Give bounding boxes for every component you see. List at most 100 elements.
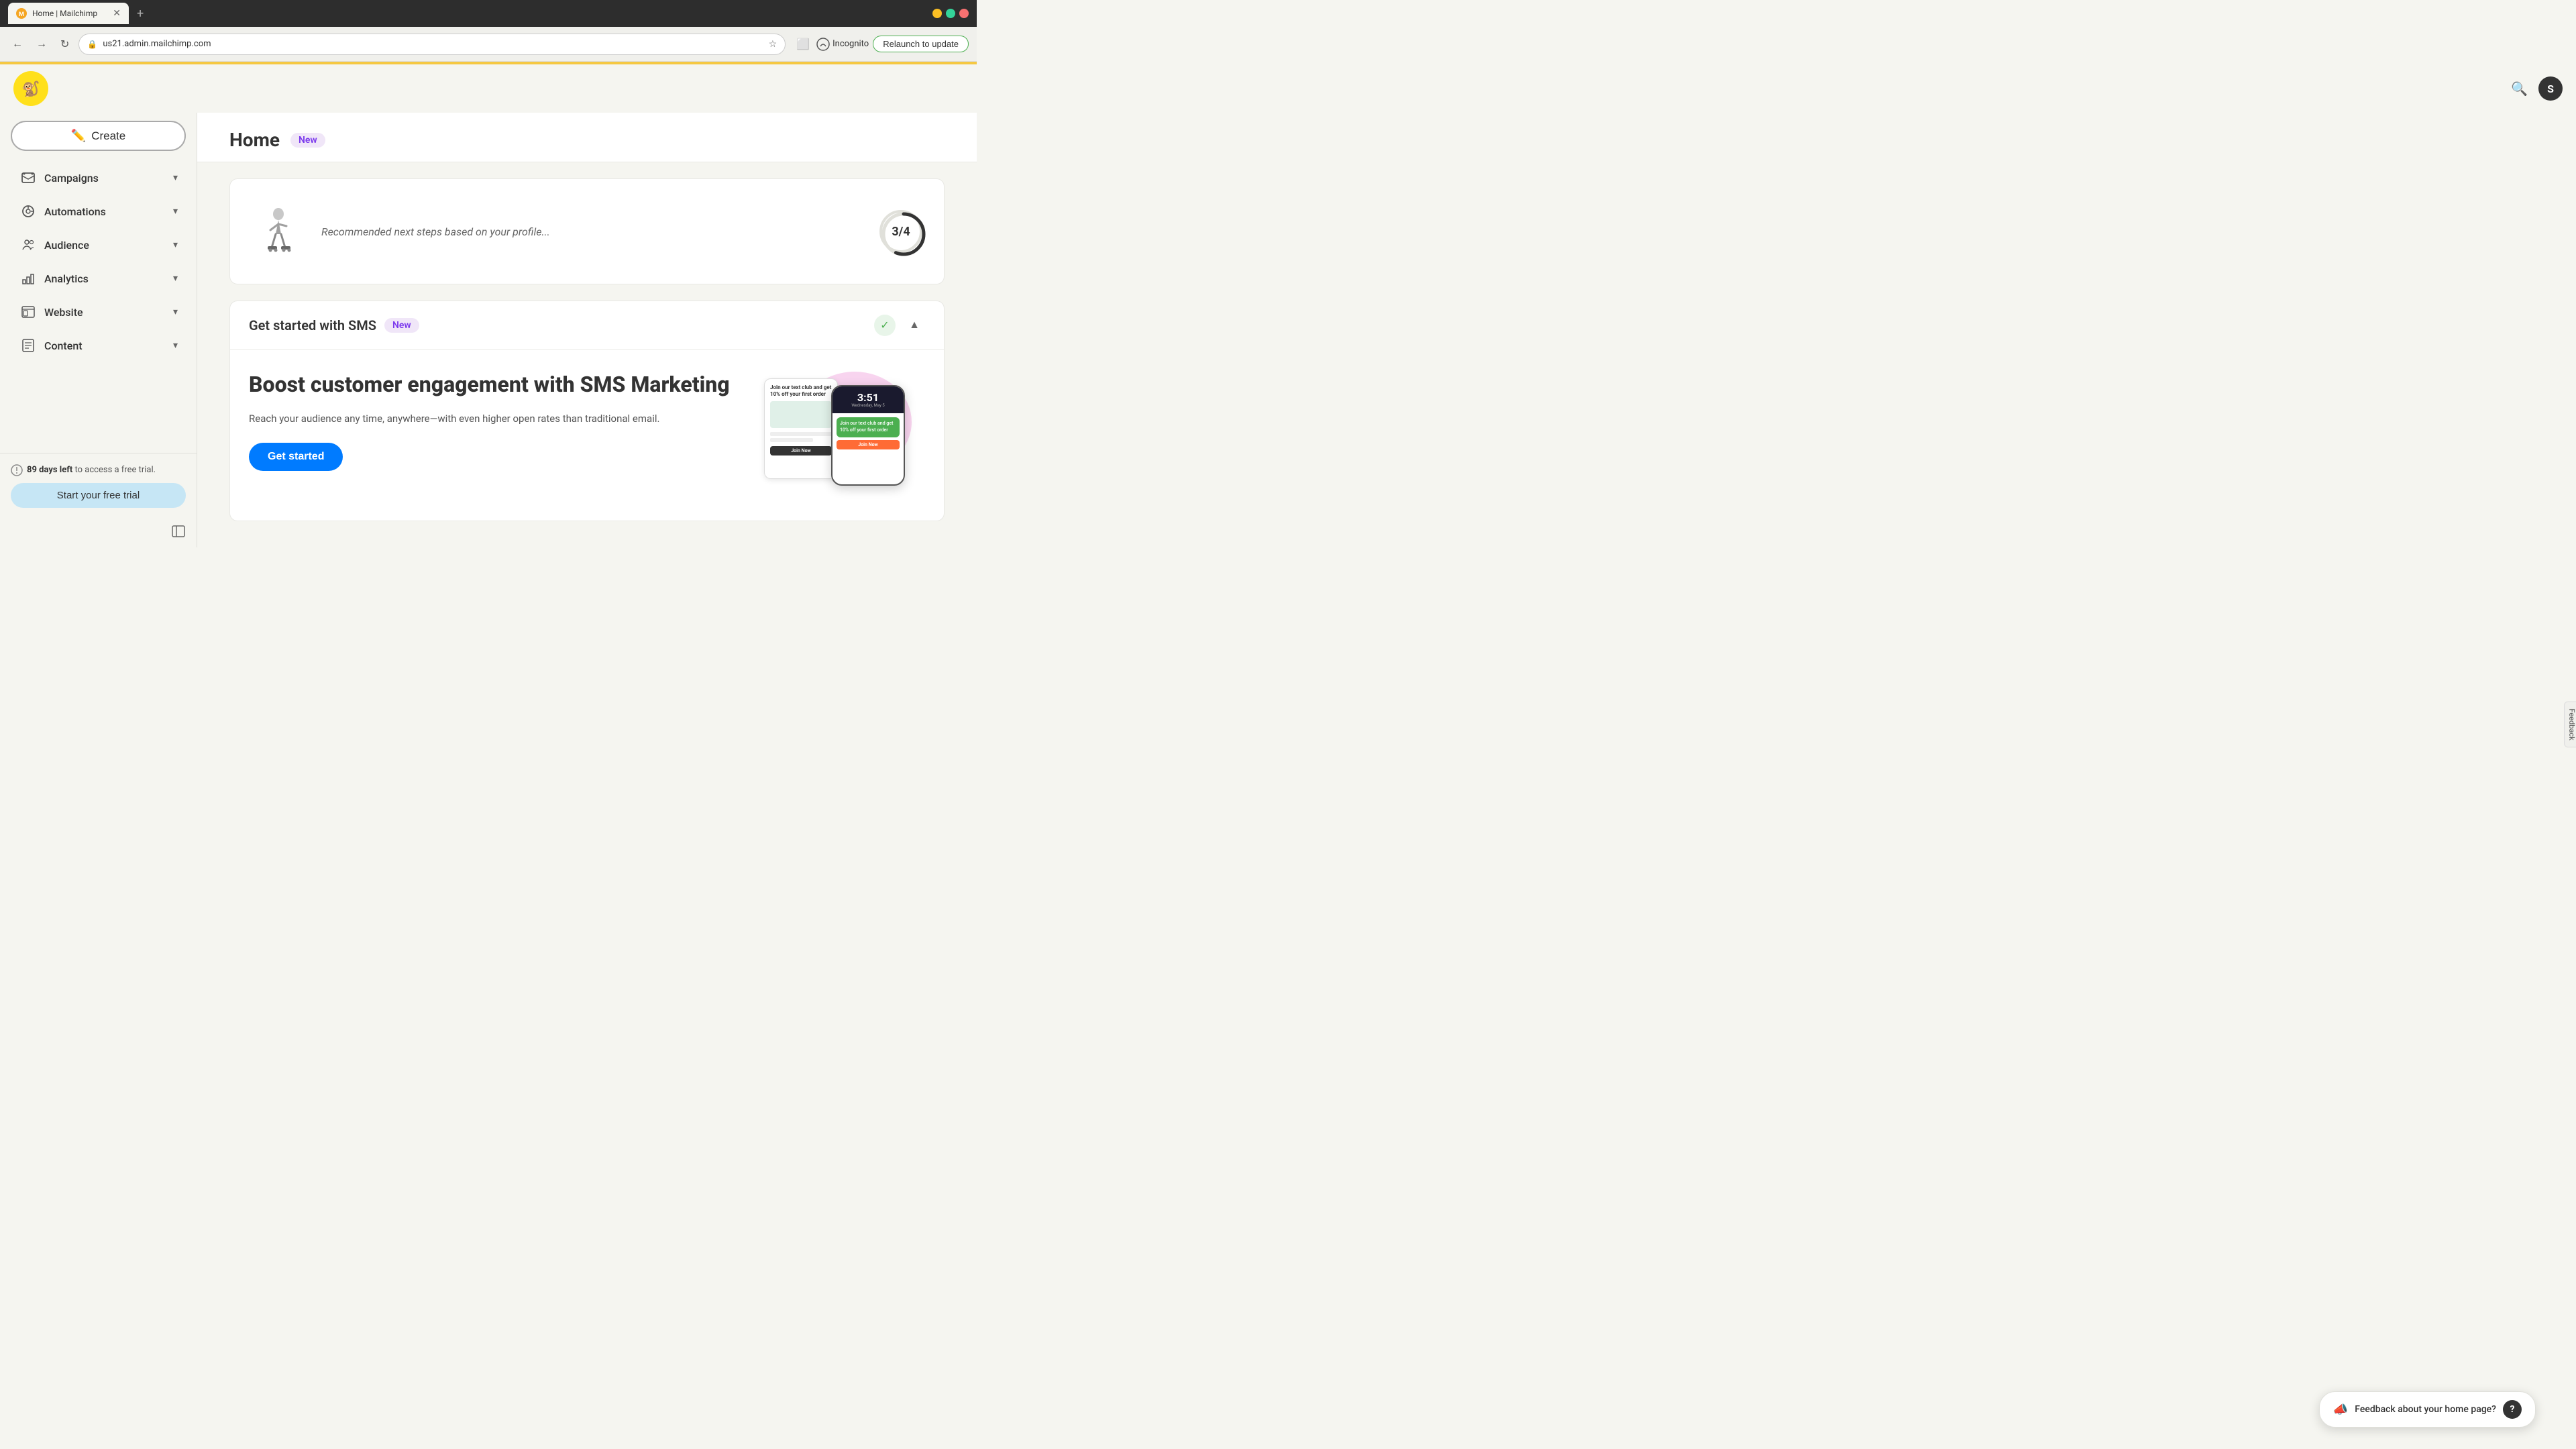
automations-icon: [19, 202, 38, 221]
sms-right-illustration: Join our text club and get 10% off your …: [764, 372, 925, 499]
app-layout: 🐒 🔍 S ✏️ Create Campaigns ▾: [0, 64, 977, 547]
trial-info-text: 89 days left to access a free trial.: [11, 464, 186, 476]
sidebar-item-analytics[interactable]: Analytics ▾: [11, 262, 186, 294]
campaigns-chevron: ▾: [173, 172, 178, 183]
sidebar-collapse-button[interactable]: [171, 524, 186, 542]
sms-body: Boost customer engagement with SMS Marke…: [230, 350, 944, 521]
website-label: Website: [44, 306, 173, 319]
progress-circle: 3/4: [879, 210, 922, 253]
sms-check-button[interactable]: ✓: [874, 315, 896, 336]
trial-banner: 89 days left to access a free trial. Sta…: [0, 453, 197, 519]
sms-section-header: Get started with SMS New ✓ ▲: [230, 301, 944, 350]
sidebar-item-campaigns[interactable]: Campaigns ▾: [11, 162, 186, 194]
window-close-button[interactable]: [959, 9, 969, 18]
page-title: Home: [229, 129, 280, 151]
analytics-chevron: ▾: [173, 273, 178, 284]
sms-header-actions: ✓ ▲: [874, 315, 925, 336]
website-chevron: ▾: [173, 307, 178, 317]
sms-phone-cta: Join Now: [837, 440, 900, 449]
sms-new-badge: New: [384, 318, 419, 333]
tab-close-icon[interactable]: ✕: [113, 8, 121, 19]
sms-main-title: Boost customer engagement with SMS Marke…: [249, 372, 737, 397]
browser-chrome: M Home | Mailchimp ✕ +: [0, 0, 977, 27]
sidebar: ✏️ Create Campaigns ▾ Automations ▾: [0, 64, 197, 547]
automations-chevron: ▾: [173, 206, 178, 217]
page-header: Home New: [197, 113, 977, 162]
window-minimize-button[interactable]: [932, 9, 942, 18]
sms-section: Get started with SMS New ✓ ▲ Boost custo…: [229, 301, 945, 521]
sms-cta-button[interactable]: Get started: [249, 443, 343, 471]
sms-title: Get started with SMS: [249, 317, 376, 333]
trial-text: to access a free trial.: [72, 465, 156, 475]
tab-favicon: M: [16, 8, 27, 19]
sms-phone-date: Wednesday, May 5: [851, 403, 884, 408]
browser-tab[interactable]: M Home | Mailchimp ✕: [8, 3, 129, 24]
website-icon: [19, 303, 38, 321]
create-label: Create: [91, 129, 125, 143]
sms-collapse-button[interactable]: ▲: [904, 315, 925, 336]
create-button[interactable]: ✏️ Create: [11, 121, 186, 151]
sms-phone-front: 3:51 Wednesday, May 5 Join our text club…: [831, 385, 905, 486]
tab-title: Home | Mailchimp: [32, 9, 107, 18]
sidebar-item-audience[interactable]: Audience ▾: [11, 229, 186, 261]
svg-text:M: M: [19, 11, 24, 18]
content-icon: [19, 336, 38, 355]
extensions-icon[interactable]: ⬜: [794, 35, 812, 53]
forward-button[interactable]: →: [32, 36, 51, 53]
sidebar-inner: ✏️ Create Campaigns ▾ Automations ▾: [0, 113, 197, 453]
sms-description: Reach your audience any time, anywhere—w…: [249, 411, 737, 427]
incognito-indicator: Incognito: [816, 38, 869, 51]
automations-label: Automations: [44, 205, 173, 218]
sidebar-item-content[interactable]: Content ▾: [11, 329, 186, 362]
campaigns-icon: [19, 168, 38, 187]
steps-illustration: [252, 201, 305, 262]
recommended-steps-card: Recommended next steps based on your pro…: [229, 178, 945, 284]
content-chevron: ▾: [173, 340, 178, 351]
mailchimp-logo[interactable]: 🐒: [13, 71, 48, 106]
sms-phone-back-line2: [770, 438, 813, 442]
audience-label: Audience: [44, 239, 173, 252]
sms-left-content: Boost customer engagement with SMS Marke…: [249, 372, 737, 471]
window-controls: [932, 9, 969, 18]
header-right: 🔍 S: [2511, 76, 2563, 101]
sms-phone-message: Join our text club and get 10% off your …: [840, 421, 896, 434]
bookmark-icon[interactable]: ☆: [769, 39, 777, 50]
campaigns-label: Campaigns: [44, 172, 173, 184]
analytics-icon: [19, 269, 38, 288]
lock-icon: 🔒: [87, 40, 97, 49]
audience-chevron: ▾: [173, 239, 178, 250]
search-icon[interactable]: 🔍: [2511, 80, 2528, 97]
sms-phone-back-title: Join our text club and get 10% off your …: [770, 384, 832, 398]
progress-label: 3/4: [892, 225, 910, 239]
steps-text: Recommended next steps based on your pro…: [321, 225, 863, 238]
content-label: Content: [44, 339, 173, 352]
audience-icon: [19, 235, 38, 254]
main-content: Home New: [197, 64, 977, 547]
sidebar-item-website[interactable]: Website ▾: [11, 296, 186, 328]
browser-action-icons: ⬜ Incognito Relaunch to update: [794, 35, 969, 53]
sidebar-item-automations[interactable]: Automations ▾: [11, 195, 186, 227]
url-text: us21.admin.mailchimp.com: [103, 39, 763, 49]
app-header: 🐒 🔍 S: [0, 64, 2576, 113]
pencil-icon: ✏️: [71, 129, 86, 143]
sms-phone-back-image: [770, 401, 832, 428]
sms-phone-back: Join our text club and get 10% off your …: [764, 378, 838, 479]
back-button[interactable]: ←: [8, 36, 27, 53]
content-area: Recommended next steps based on your pro…: [197, 162, 977, 537]
url-bar-row: ← → ↻ 🔒 us21.admin.mailchimp.com ☆ ⬜ Inc…: [0, 27, 977, 62]
new-tab-button[interactable]: +: [137, 7, 144, 21]
url-bar[interactable]: 🔒 us21.admin.mailchimp.com ☆: [78, 34, 786, 55]
relaunch-button[interactable]: Relaunch to update: [873, 36, 969, 52]
start-trial-button[interactable]: Start your free trial: [11, 483, 186, 508]
page-new-badge: New: [290, 133, 325, 148]
svg-text:🐒: 🐒: [21, 80, 40, 98]
trial-days-count: 89 days left: [27, 465, 72, 475]
incognito-label: Incognito: [833, 39, 869, 49]
sidebar-bottom: [0, 519, 197, 547]
analytics-label: Analytics: [44, 272, 173, 285]
sms-phone-back-button: Join Now: [770, 446, 832, 455]
avatar[interactable]: S: [2538, 76, 2563, 101]
refresh-button[interactable]: ↻: [56, 35, 73, 54]
window-maximize-button[interactable]: [946, 9, 955, 18]
sms-phone-back-line1: [770, 432, 832, 436]
